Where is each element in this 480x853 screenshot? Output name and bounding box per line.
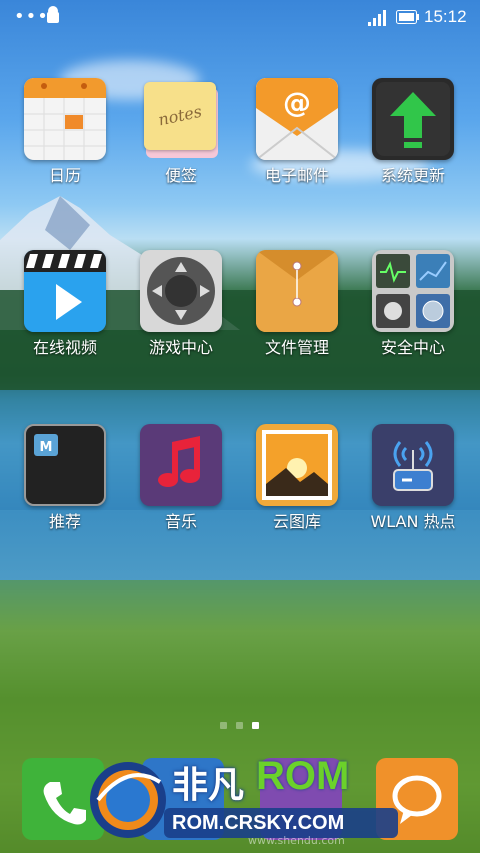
security-center-icon (372, 250, 454, 332)
app-security-center[interactable]: 安全中心 (358, 250, 468, 360)
watermark-faint: www.shendu.com (248, 834, 345, 847)
file-manager-icon (256, 250, 338, 332)
app-music[interactable]: 音乐 (126, 424, 236, 534)
app-notes[interactable]: notes 便签 (126, 78, 236, 188)
app-label: 系统更新 (380, 166, 445, 185)
app-label: 电子邮件 (264, 166, 329, 185)
notes-icon: notes (140, 78, 222, 160)
app-label: 安全中心 (380, 338, 445, 357)
app-cloud-gallery[interactable]: 云图库 (242, 424, 352, 534)
watermark-title-b: ROM (256, 754, 350, 798)
watermark-title-a: 非凡 (172, 765, 245, 806)
game-center-icon (140, 250, 222, 332)
app-label: 在线视频 (32, 338, 97, 357)
app-label: 游戏中心 (148, 338, 213, 357)
app-label: 便签 (164, 166, 197, 185)
app-game-center[interactable]: 游戏中心 (126, 250, 236, 360)
app-label: 日历 (48, 166, 81, 185)
svg-text:M: M (40, 440, 53, 455)
android-debug-icon (47, 6, 59, 23)
app-system-update[interactable]: 系统更新 (358, 78, 468, 188)
status-bar: ••• 15:12 (0, 0, 480, 34)
gallery-icon (256, 424, 338, 506)
email-icon: @ (256, 78, 338, 160)
system-update-icon (372, 78, 454, 160)
watermark: 非凡 ROM ROM.CRSKY.COM www.shendu.com (88, 752, 408, 847)
wlan-hotspot-icon (372, 424, 454, 506)
calendar-icon (24, 78, 106, 160)
svg-text:@: @ (283, 86, 311, 119)
app-email[interactable]: @ 电子邮件 (242, 78, 352, 188)
recommend-icon: M (24, 424, 106, 506)
app-label: 音乐 (164, 512, 197, 531)
video-icon (24, 250, 106, 332)
page-dot (236, 722, 243, 729)
page-dot-current (252, 722, 259, 729)
app-recommend[interactable]: M 推荐 (10, 424, 120, 534)
page-dot (220, 722, 227, 729)
app-label: 文件管理 (264, 338, 329, 357)
app-calendar[interactable]: 日历 (10, 78, 120, 188)
app-wlan-hotspot[interactable]: WLAN 热点 (358, 424, 468, 534)
app-file-manager[interactable]: 文件管理 (242, 250, 352, 360)
clock: 15:12 (424, 7, 467, 26)
app-online-video[interactable]: 在线视频 (10, 250, 120, 360)
app-label: 推荐 (48, 512, 81, 531)
page-indicator (218, 722, 268, 732)
signal-icon (368, 10, 386, 26)
watermark-url: ROM.CRSKY.COM (172, 812, 345, 834)
battery-icon (396, 10, 419, 24)
app-label: WLAN 热点 (370, 512, 456, 531)
music-icon (140, 424, 222, 506)
app-label: 云图库 (272, 512, 321, 531)
